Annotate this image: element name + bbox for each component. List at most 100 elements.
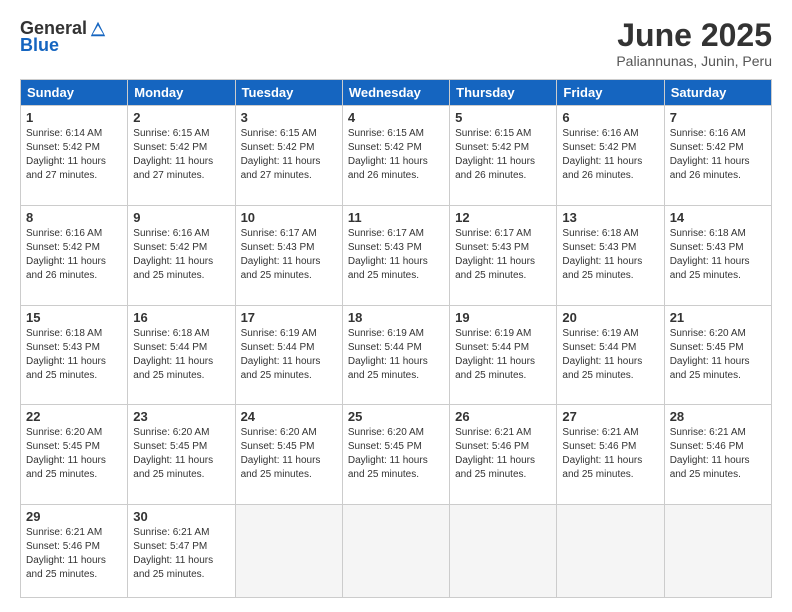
table-row: 6 Sunrise: 6:16 AM Sunset: 5:42 PM Daylig… (557, 106, 664, 206)
day-info: Sunrise: 6:18 AM Sunset: 5:44 PM Dayligh… (133, 327, 229, 383)
table-row: 12Sunrise: 6:17 AM Sunset: 5:43 PM Dayli… (450, 205, 557, 305)
table-row: 22 Sunrise: 6:20 AM Sunset: 5:45 PM Dayli… (21, 405, 128, 505)
table-row: 13 Sunrise: 6:18 AM Sunset: 5:43 PM Dayli… (557, 205, 664, 305)
col-thursday: Thursday (450, 80, 557, 106)
day-number: 23 (133, 409, 229, 424)
day-info: Sunrise: 6:19 AM Sunset: 5:44 PM Dayligh… (348, 327, 444, 383)
day-info: Sunrise: 6:19 AM Sunset: 5:44 PM Dayligh… (562, 327, 658, 383)
day-number: 5 (455, 110, 551, 125)
logo-icon (89, 20, 107, 38)
day-number: 24 (241, 409, 337, 424)
table-row (235, 505, 342, 598)
table-row: 23 Sunrise: 6:20 AM Sunset: 5:45 PM Dayli… (128, 405, 235, 505)
day-number: 29 (26, 509, 122, 524)
day-number: 28 (670, 409, 766, 424)
table-row: 19 Sunrise: 6:19 AM Sunset: 5:44 PM Dayli… (450, 305, 557, 405)
day-info: Sunrise: 6:14 AM Sunset: 5:42 PM Dayligh… (26, 127, 122, 183)
day-number: 15 (26, 310, 122, 325)
day-info: Sunrise: 6:16 AM Sunset: 5:42 PM Dayligh… (133, 227, 229, 283)
day-number: 19 (455, 310, 551, 325)
table-row: 20 Sunrise: 6:19 AM Sunset: 5:44 PM Dayli… (557, 305, 664, 405)
table-row (342, 505, 449, 598)
day-info: Sunrise: 6:18 AM Sunset: 5:43 PM Dayligh… (562, 227, 658, 283)
col-friday: Friday (557, 80, 664, 106)
col-tuesday: Tuesday (235, 80, 342, 106)
calendar-page: General Blue June 2025 Paliannunas, Juni… (0, 0, 792, 612)
day-info: Sunrise: 6:20 AM Sunset: 5:45 PM Dayligh… (26, 426, 122, 482)
day-info: Sunrise: 6:19 AM Sunset: 5:44 PM Dayligh… (241, 327, 337, 383)
table-row: 10Sunrise: 6:17 AM Sunset: 5:43 PM Dayli… (235, 205, 342, 305)
day-number: 21 (670, 310, 766, 325)
day-number: 30 (133, 509, 229, 524)
title-section: June 2025 Paliannunas, Junin, Peru (616, 18, 772, 69)
table-row (450, 505, 557, 598)
table-row: 21 Sunrise: 6:20 AM Sunset: 5:45 PM Dayli… (664, 305, 771, 405)
day-info: Sunrise: 6:21 AM Sunset: 5:46 PM Dayligh… (670, 426, 766, 482)
table-row: 28 Sunrise: 6:21 AM Sunset: 5:46 PM Dayli… (664, 405, 771, 505)
col-wednesday: Wednesday (342, 80, 449, 106)
day-info: Sunrise: 6:17 AM Sunset: 5:43 PM Dayligh… (241, 227, 337, 283)
table-row: 25 Sunrise: 6:20 AM Sunset: 5:45 PM Dayli… (342, 405, 449, 505)
table-row: 9 Sunrise: 6:16 AM Sunset: 5:42 PM Daylig… (128, 205, 235, 305)
calendar-table: Sunday Monday Tuesday Wednesday Thursday… (20, 79, 772, 598)
day-number: 13 (562, 210, 658, 225)
day-info: Sunrise: 6:20 AM Sunset: 5:45 PM Dayligh… (348, 426, 444, 482)
day-info: Sunrise: 6:16 AM Sunset: 5:42 PM Dayligh… (670, 127, 766, 183)
day-info: Sunrise: 6:15 AM Sunset: 5:42 PM Dayligh… (133, 127, 229, 183)
table-row: 3 Sunrise: 6:15 AM Sunset: 5:42 PM Daylig… (235, 106, 342, 206)
logo-blue: Blue (20, 35, 59, 56)
day-number: 18 (348, 310, 444, 325)
day-info: Sunrise: 6:20 AM Sunset: 5:45 PM Dayligh… (670, 327, 766, 383)
day-info: Sunrise: 6:21 AM Sunset: 5:47 PM Dayligh… (133, 526, 229, 582)
day-info: Sunrise: 6:18 AM Sunset: 5:43 PM Dayligh… (26, 327, 122, 383)
day-info: Sunrise: 6:20 AM Sunset: 5:45 PM Dayligh… (133, 426, 229, 482)
table-row: 15 Sunrise: 6:18 AM Sunset: 5:43 PM Dayli… (21, 305, 128, 405)
table-row: 5 Sunrise: 6:15 AM Sunset: 5:42 PM Daylig… (450, 106, 557, 206)
day-info: Sunrise: 6:21 AM Sunset: 5:46 PM Dayligh… (26, 526, 122, 582)
day-number: 7 (670, 110, 766, 125)
table-row: 4 Sunrise: 6:15 AM Sunset: 5:42 PM Daylig… (342, 106, 449, 206)
day-number: 9 (133, 210, 229, 225)
table-row: 17 Sunrise: 6:19 AM Sunset: 5:44 PM Dayli… (235, 305, 342, 405)
table-row: 1 Sunrise: 6:14 AM Sunset: 5:42 PM Daylig… (21, 106, 128, 206)
logo: General Blue (20, 18, 107, 56)
table-row: 16 Sunrise: 6:18 AM Sunset: 5:44 PM Dayli… (128, 305, 235, 405)
header: General Blue June 2025 Paliannunas, Juni… (20, 18, 772, 69)
day-number: 26 (455, 409, 551, 424)
table-row: 27 Sunrise: 6:21 AM Sunset: 5:46 PM Dayli… (557, 405, 664, 505)
table-row: 14Sunrise: 6:18 AM Sunset: 5:43 PM Dayli… (664, 205, 771, 305)
day-number: 11 (348, 210, 444, 225)
table-row: 2 Sunrise: 6:15 AM Sunset: 5:42 PM Daylig… (128, 106, 235, 206)
day-number: 6 (562, 110, 658, 125)
day-number: 1 (26, 110, 122, 125)
table-row: 26Sunrise: 6:21 AM Sunset: 5:46 PM Dayli… (450, 405, 557, 505)
day-number: 27 (562, 409, 658, 424)
month-title: June 2025 (616, 18, 772, 53)
table-row: 7 Sunrise: 6:16 AM Sunset: 5:42 PM Daylig… (664, 106, 771, 206)
table-row: 8Sunrise: 6:16 AM Sunset: 5:42 PM Daylig… (21, 205, 128, 305)
day-info: Sunrise: 6:15 AM Sunset: 5:42 PM Dayligh… (455, 127, 551, 183)
day-number: 20 (562, 310, 658, 325)
day-number: 22 (26, 409, 122, 424)
day-info: Sunrise: 6:15 AM Sunset: 5:42 PM Dayligh… (241, 127, 337, 183)
col-saturday: Saturday (664, 80, 771, 106)
day-number: 8 (26, 210, 122, 225)
table-row: 24Sunrise: 6:20 AM Sunset: 5:45 PM Dayli… (235, 405, 342, 505)
day-number: 16 (133, 310, 229, 325)
day-info: Sunrise: 6:19 AM Sunset: 5:44 PM Dayligh… (455, 327, 551, 383)
day-info: Sunrise: 6:15 AM Sunset: 5:42 PM Dayligh… (348, 127, 444, 183)
day-info: Sunrise: 6:17 AM Sunset: 5:43 PM Dayligh… (348, 227, 444, 283)
day-info: Sunrise: 6:18 AM Sunset: 5:43 PM Dayligh… (670, 227, 766, 283)
day-number: 17 (241, 310, 337, 325)
day-number: 3 (241, 110, 337, 125)
col-monday: Monday (128, 80, 235, 106)
col-sunday: Sunday (21, 80, 128, 106)
day-number: 2 (133, 110, 229, 125)
location-subtitle: Paliannunas, Junin, Peru (616, 53, 772, 69)
table-row: 11 Sunrise: 6:17 AM Sunset: 5:43 PM Dayli… (342, 205, 449, 305)
day-info: Sunrise: 6:21 AM Sunset: 5:46 PM Dayligh… (562, 426, 658, 482)
day-number: 12 (455, 210, 551, 225)
day-number: 25 (348, 409, 444, 424)
day-number: 4 (348, 110, 444, 125)
day-info: Sunrise: 6:16 AM Sunset: 5:42 PM Dayligh… (562, 127, 658, 183)
